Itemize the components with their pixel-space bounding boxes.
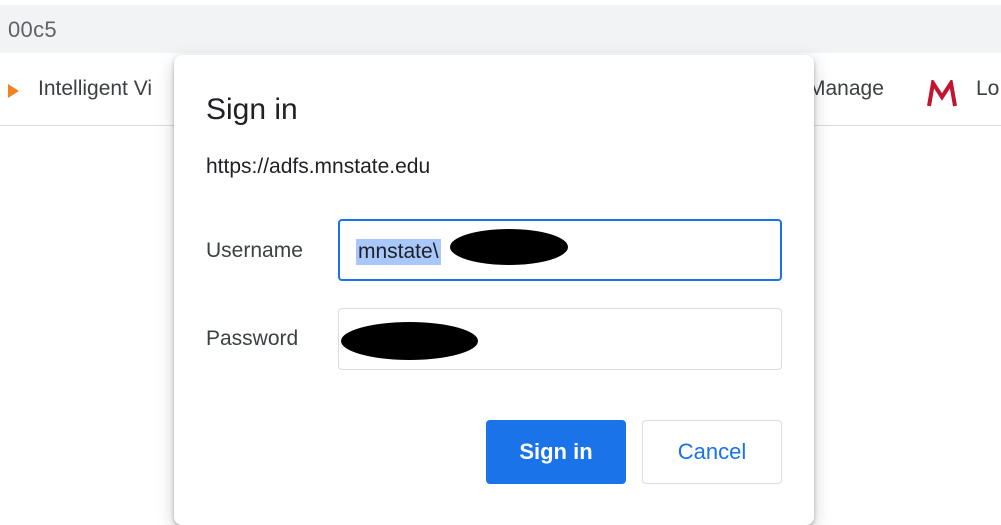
browser-top-bar: 00c5 — [0, 0, 1001, 53]
dialog-origin-url: https://adfs.mnstate.edu — [206, 155, 431, 178]
signin-dialog: Sign in https://adfs.mnstate.edu Usernam… — [174, 55, 814, 525]
signin-button[interactable]: Sign in — [486, 420, 626, 484]
password-redaction — [341, 322, 478, 360]
m-logo-icon — [927, 80, 957, 107]
address-bar[interactable]: 00c5 — [0, 5, 1001, 53]
bookmark-manage[interactable]: Manage — [808, 77, 884, 101]
username-label: Username — [206, 239, 303, 262]
username-value: mnstate\ — [356, 239, 441, 265]
bookmark-lo[interactable]: Lo — [976, 77, 999, 101]
username-redaction — [450, 229, 568, 265]
cancel-button[interactable]: Cancel — [642, 420, 782, 484]
username-field[interactable]: mnstate\ — [338, 219, 782, 281]
dialog-title: Sign in — [206, 93, 298, 126]
password-label: Password — [206, 327, 299, 350]
password-field[interactable] — [338, 308, 782, 370]
play-icon — [8, 84, 19, 98]
address-text: 00c5 — [8, 17, 57, 42]
bookmark-intelligent[interactable]: Intelligent Vi — [38, 77, 152, 101]
